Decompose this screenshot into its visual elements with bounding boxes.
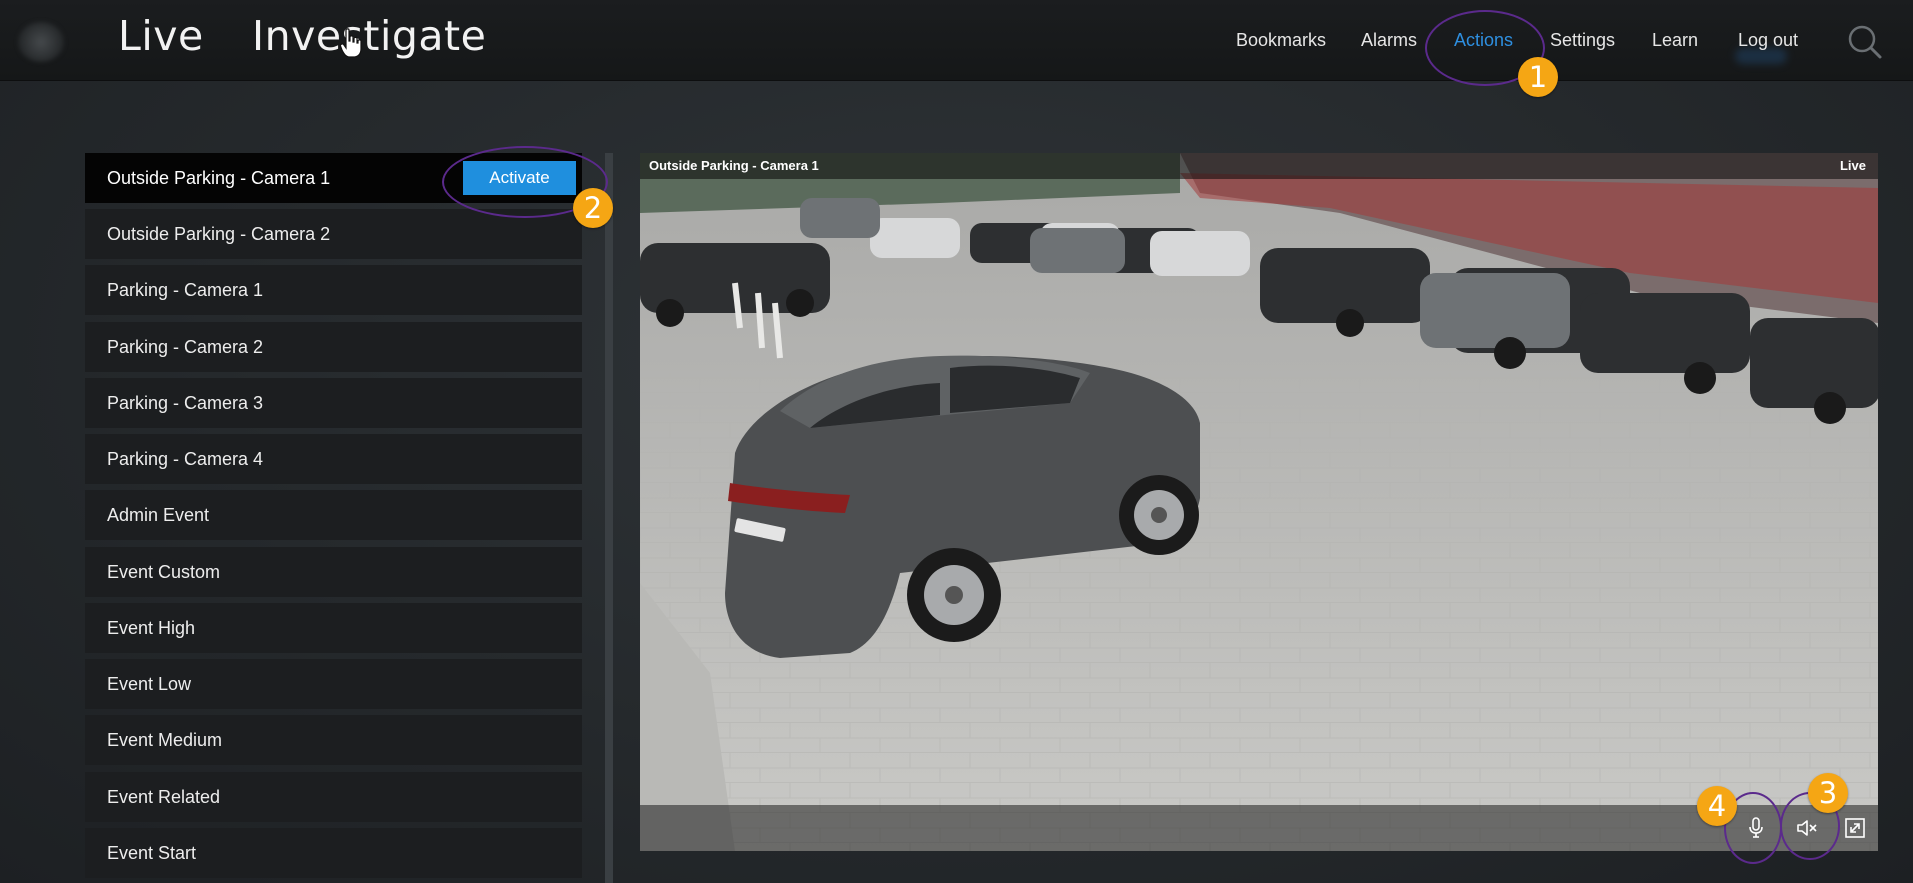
nav-bookmarks[interactable]: Bookmarks [1236,30,1326,51]
callout-badge-2: 2 [573,188,613,228]
list-item[interactable]: Event High [85,603,582,653]
callout-badge-4: 4 [1697,786,1737,826]
nav-settings[interactable]: Settings [1550,30,1615,51]
camera-view[interactable]: Outside Parking - Camera 1 Live [640,153,1878,851]
list-item-label: Event Start [107,843,197,863]
list-item[interactable]: Parking - Camera 4 [85,434,582,484]
nav-log-out[interactable]: Log out [1738,30,1798,51]
list-scrollbar[interactable] [605,153,613,883]
list-item-label: Parking - Camera 1 [107,280,264,300]
list-item-label: Event Medium [107,730,223,750]
list-item-label: Parking - Camera 4 [107,449,264,469]
list-item[interactable]: Parking - Camera 1 [85,265,582,315]
list-item-label: Event Related [107,787,221,807]
nav-actions[interactable]: Actions [1454,30,1513,51]
list-item[interactable]: Outside Parking - Camera 2 [85,209,582,259]
list-item[interactable]: Event Low [85,659,582,709]
search-icon[interactable] [1847,24,1883,60]
list-item[interactable]: Event Medium [85,715,582,765]
list-item[interactable]: Outside Parking - Camera 1 Activate [85,153,582,203]
callout-badge-3: 3 [1808,773,1848,813]
camera-feed-image [640,153,1878,851]
top-bar: Live Investigate Bookmarks Alarms Action… [0,0,1913,81]
fullscreen-icon[interactable] [1843,816,1867,840]
tab-investigate[interactable]: Investigate [252,12,486,60]
list-item-label: Admin Event [107,505,210,525]
camera-controls [640,805,1878,851]
list-item-label: Event High [107,618,196,638]
callout-badge-1: 1 [1518,57,1558,97]
list-item[interactable]: Parking - Camera 3 [85,378,582,428]
list-item-label: Parking - Camera 3 [107,393,264,413]
list-item[interactable]: Event Related [85,772,582,822]
hand-cursor-icon [340,28,362,58]
list-item-label: Outside Parking - Camera 1 [107,168,331,188]
nav-alarms[interactable]: Alarms [1361,30,1417,51]
list-item-label: Event Low [107,674,192,694]
list-item[interactable]: Parking - Camera 2 [85,322,582,372]
nav-learn[interactable]: Learn [1652,30,1698,51]
speaker-muted-icon[interactable] [1795,816,1819,840]
logo [18,22,64,62]
microphone-icon[interactable] [1744,816,1768,840]
list-item[interactable]: Admin Event [85,490,582,540]
list-item-label: Parking - Camera 2 [107,337,264,357]
list-item[interactable]: Event Start [85,828,582,878]
live-label: Live [1839,158,1866,173]
tab-live[interactable]: Live [118,12,204,60]
action-list: Outside Parking - Camera 1 Activate Outs… [85,153,582,883]
list-item-label: Event Custom [107,562,221,582]
activate-button[interactable]: Activate [463,161,576,195]
camera-view-title: Outside Parking - Camera 1 [649,158,819,173]
list-item[interactable]: Event Custom [85,547,582,597]
camera-view-header: Outside Parking - Camera 1 Live [640,153,1878,179]
list-item-label: Outside Parking - Camera 2 [107,224,331,244]
